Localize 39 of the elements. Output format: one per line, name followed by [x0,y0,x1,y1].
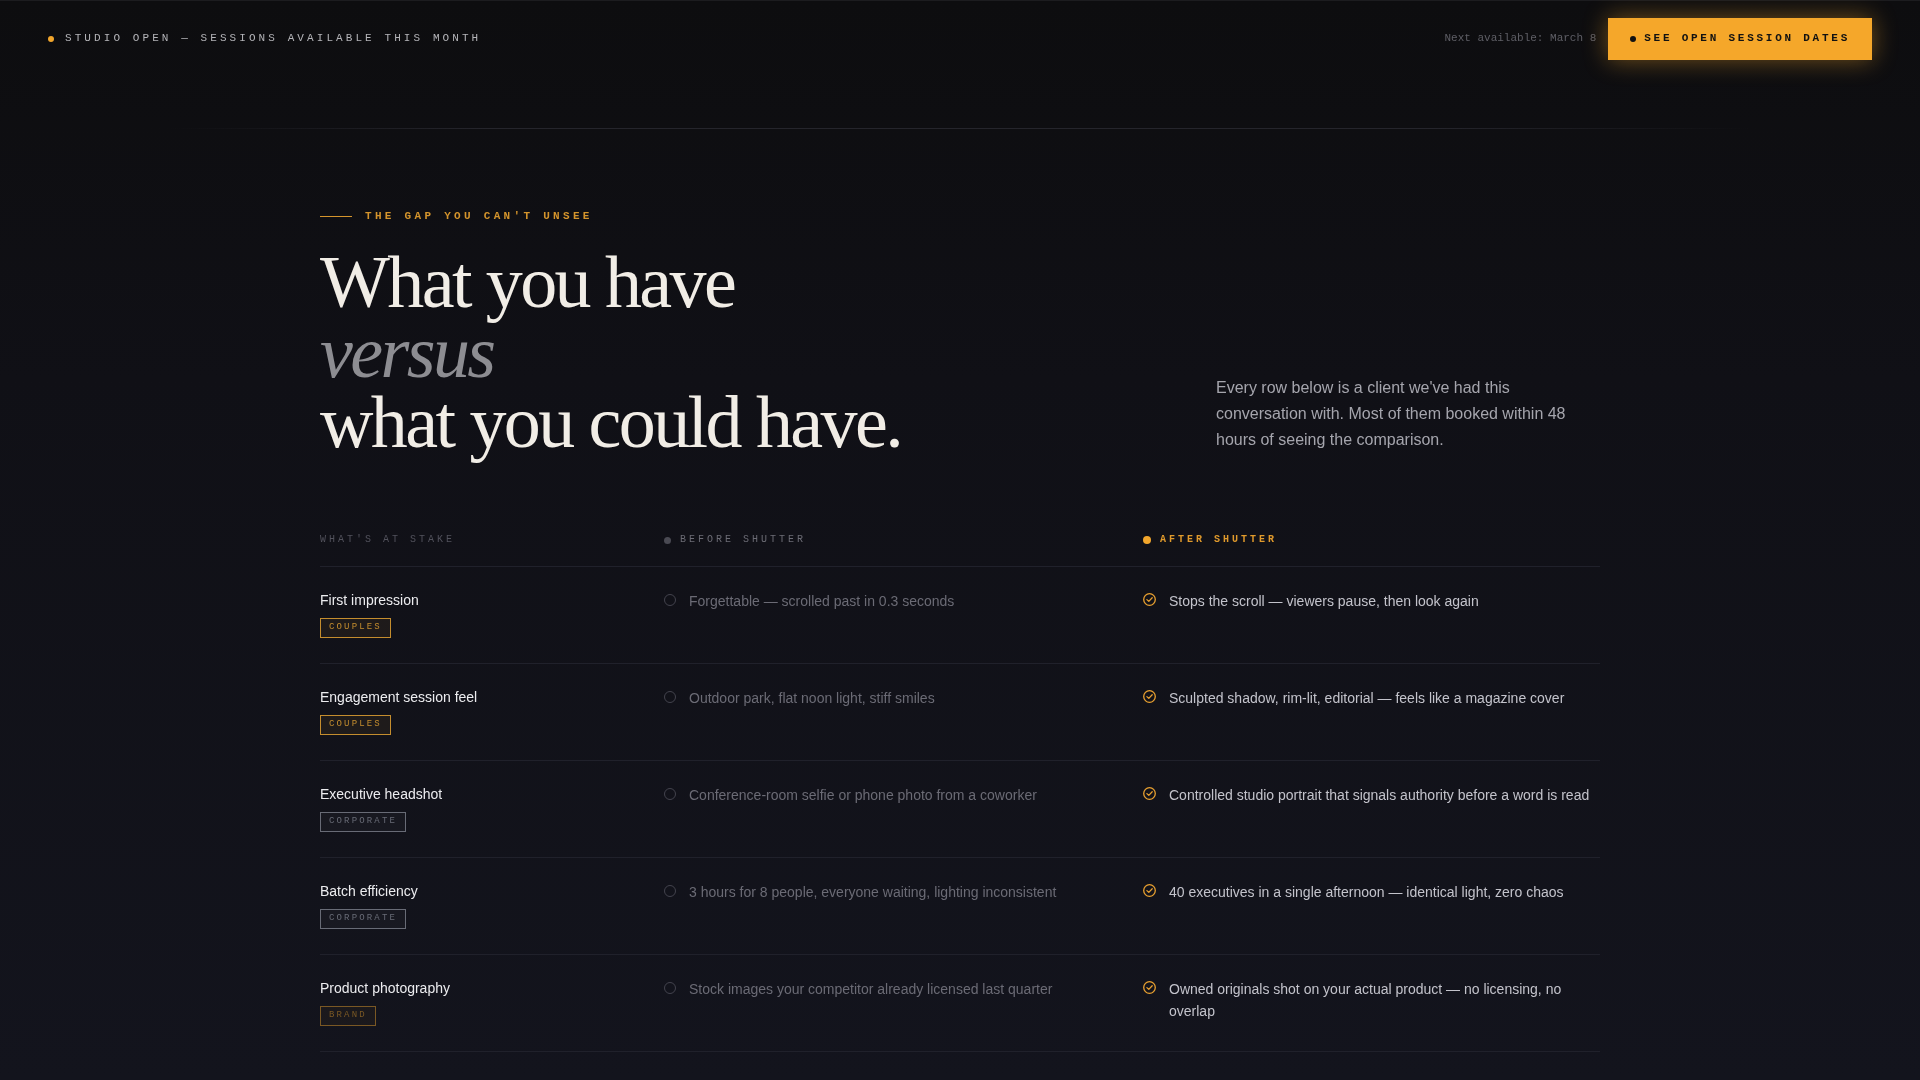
before-text: Stock images your competitor already licensed last quarter [689,980,1053,999]
row-title: Engagement session feel [320,688,478,707]
check-circle-icon [1143,981,1156,994]
after-text: Stops the scroll — viewers pause, then look again [1169,592,1479,611]
empty-circle-icon [664,982,676,994]
row-title: Executive headshot [320,785,443,804]
column-heading: AFTER SHUTTER [1160,533,1277,547]
category-tag: COUPLES [320,715,391,735]
after-text: Owned originals shot on your actual product — no licensing, no overlap [1169,980,1563,1021]
empty-circle-icon [664,788,676,800]
row-title: First impression [320,591,419,610]
column-heading: BEFORE SHUTTER [680,533,806,547]
next-available-text: Next available: March 8 [1444,31,1597,47]
status-text: STUDIO OPEN — SESSIONS AVAILABLE THIS MONTH [65,31,482,47]
eyebrow-text: THE GAP YOU CAN'T UNSEE [365,209,593,223]
before-text: Conference-room selfie or phone photo from a coworker [689,786,1037,805]
after-text: Controlled studio portrait that signals authority before a word is read [1169,786,1590,805]
check-circle-icon [1143,690,1156,703]
category-tag: COUPLES [320,618,391,638]
category-tag: CORPORATE [320,812,407,832]
column-heading: WHAT'S AT STAKE [320,533,455,547]
category-tag: CORPORATE [320,909,407,929]
check-circle-icon [1143,593,1156,606]
category-tag: BRAND [320,1006,376,1026]
intro-text: Every row below is a client we've had this conversation with. Most of them booked within 48 hours of seeing the comparison. [1216,378,1567,450]
empty-circle-icon [664,691,676,703]
before-text: 3 hours for 8 people, everyone waiting, lighting inconsistent [689,883,1057,902]
after-text: 40 executives in a single afternoon — identical light, zero chaos [1169,883,1564,902]
after-text: Sculpted shadow, rim-lit, editorial — feels like a magazine cover [1169,689,1565,708]
empty-circle-icon [664,885,676,897]
session-dates-button[interactable]: SEE OPEN SESSION DATES [1608,17,1872,60]
check-circle-icon [1143,787,1156,800]
row-title: Product photography [320,979,450,998]
check-circle-icon [1143,884,1156,897]
before-text: Outdoor park, flat noon light, stiff smiles [689,689,935,708]
empty-circle-icon [664,594,676,606]
hero-heading: What you have versus what you could have. [320,240,903,465]
before-text: Forgettable — scrolled past in 0.3 seconds [689,592,955,611]
row-title: Batch efficiency [320,882,418,901]
